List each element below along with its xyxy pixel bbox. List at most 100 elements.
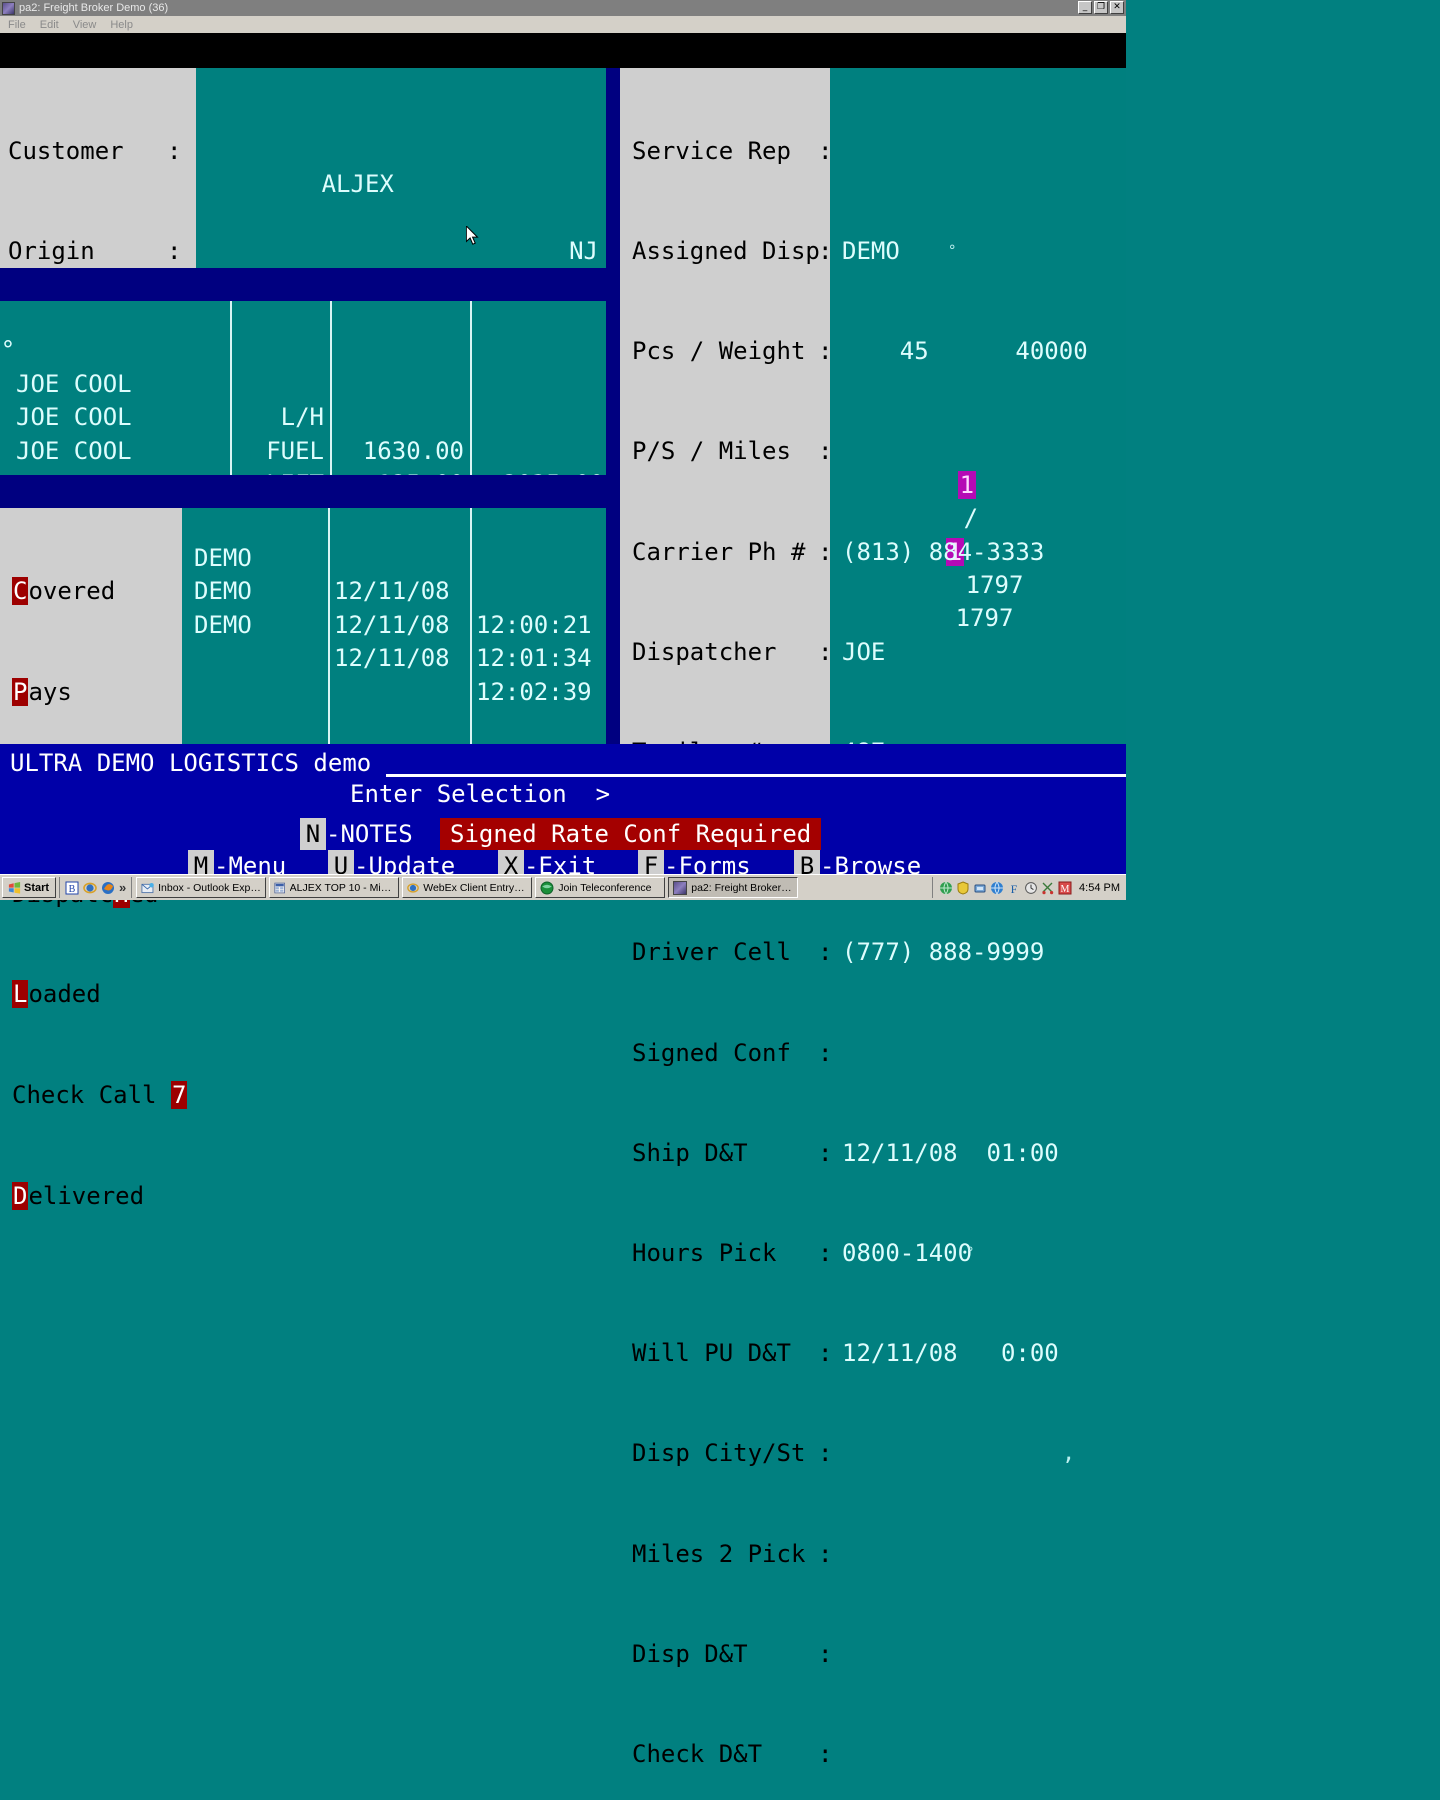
value-dispatcher: JOE [842, 637, 886, 666]
terminal-emulator-window: pa2: Freight Broker Demo (36) _ ❐ ✕ File… [0, 0, 1126, 1768]
selection-prompt[interactable]: Enter Selection > [350, 778, 610, 811]
field-hours-pick[interactable]: 0800-1400 ° [830, 1237, 1126, 1270]
label-ps-miles: P/S / Miles: [632, 435, 832, 468]
ps-separator: / [963, 504, 979, 533]
field-dispatcher[interactable]: JOE [830, 636, 1126, 669]
table-row[interactable]: ° JOE COOL L/H 1630.00 2035.00 [0, 301, 606, 498]
window-titlebar[interactable]: pa2: Freight Broker Demo (36) _ ❐ ✕ [0, 0, 1126, 16]
value-pcs-weight: 45 40000 [842, 337, 1088, 366]
messenger-icon[interactable]: M [1058, 881, 1072, 895]
minimize-button[interactable]: _ [1078, 1, 1092, 14]
field-ps-miles[interactable]: 1 / 1 1797 1797 [830, 435, 1126, 632]
menu-help[interactable]: Help [110, 19, 133, 31]
svg-text:F: F [1011, 882, 1018, 895]
detail-label-text: Pcs / Weight [632, 337, 806, 366]
cell-access: L/H [280, 403, 324, 432]
status-item-covered[interactable]: Covered [12, 575, 182, 609]
value-miles-2: 1797 [955, 604, 1014, 633]
taskbar-button-webex-client[interactable]: WebEx Client Entry - Wi... [402, 877, 533, 898]
start-button[interactable]: Start [2, 877, 56, 898]
globe-icon[interactable] [939, 881, 953, 895]
detail-label-text: Ship D&T [632, 1138, 748, 1167]
field-disp-dt[interactable] [830, 1638, 1126, 1671]
label-dispatcher: Dispatcher: [632, 636, 832, 669]
value-assigned-disp: DEMO [842, 237, 900, 266]
field-signed-conf[interactable] [830, 1037, 1126, 1070]
menu-view[interactable]: View [73, 19, 97, 31]
taskbar-button-freight-broker-demo[interactable]: pa2: Freight Broker Dem... [668, 877, 799, 898]
field-service-rep[interactable] [830, 135, 1126, 168]
status-list: Covered Pays Will PU DispatcHed Loaded C… [0, 508, 188, 1210]
status-hotkey: P [12, 677, 29, 706]
detail-label-text: P/S / Miles [632, 437, 791, 466]
table-row[interactable]: JOE COOL FUEL 125.00 345.95 [0, 334, 606, 531]
globe-blue-icon[interactable] [990, 881, 1004, 895]
history-time: 12:00:21 [476, 610, 592, 639]
taskbar-button-excel[interactable]: ALJEX TOP 10 - Microsof... [269, 877, 400, 898]
field-carrier-phone[interactable]: (813) 884-3333 [830, 536, 1126, 569]
field-check-dt[interactable] [830, 1738, 1126, 1771]
webex-icon [540, 881, 554, 894]
field-customer[interactable]: ALJEX [206, 135, 606, 198]
menu-edit[interactable]: Edit [40, 19, 59, 31]
field-will-pu-dt[interactable]: 12/11/08 0:00 [830, 1337, 1126, 1370]
history-user: DEMO [194, 610, 252, 639]
network-icon[interactable] [973, 881, 987, 895]
label-miles-2-pick: Miles 2 Pick: [632, 1538, 832, 1571]
value-pieces-highlight[interactable]: 1 [957, 470, 977, 499]
field-miles-2-pick[interactable] [830, 1538, 1126, 1571]
status-hotkey: C [12, 577, 29, 606]
detail-label-text: Hours Pick [632, 1239, 777, 1268]
taskbar-button-join-teleconference[interactable]: Join Teleconference [535, 877, 666, 898]
command-bar: ULTRA DEMO LOGISTICS demo Enter Selectio… [0, 744, 1126, 882]
show-desktop-icon[interactable]: B [65, 881, 79, 895]
field-assigned-disp[interactable]: DEMO ° [830, 235, 1126, 268]
font-icon[interactable]: F [1007, 881, 1021, 895]
detail-label-text: Miles 2 Pick [632, 1539, 806, 1568]
status-item-loaded[interactable]: Loaded [12, 978, 182, 1012]
menu-file[interactable]: File [8, 19, 26, 31]
field-origin[interactable]: MIDDLESEX NJ [206, 235, 606, 298]
terminal-screen: Aljex Software Pro # 336715 Y COVERED Co… [0, 33, 1126, 1768]
clock-tray-icon[interactable] [1024, 881, 1038, 895]
header-rule [386, 774, 1126, 777]
label-assigned-disp: Assigned Disp: [632, 235, 832, 268]
table-row[interactable]: JOE COOL LIFT 75.00 175.00 [0, 368, 606, 565]
carrier-table-header: Carrier Access Carr $ Cust $ [0, 268, 606, 430]
field-driver-cell[interactable]: (777) 888-9999 [830, 936, 1126, 969]
detail-values-column: DEMO ° 45 40000 1 / 1 1797 1797 (813) 884… [830, 68, 1126, 1466]
history-date: 12/11/08 [334, 610, 450, 639]
status-hotkey: L [12, 980, 29, 1009]
system-clock[interactable]: 4:54 PM [1079, 882, 1120, 894]
maximize-button[interactable]: ❐ [1094, 1, 1108, 14]
taskbar-button-label: pa2: Freight Broker Dem... [691, 881, 793, 894]
scissors-icon[interactable] [1041, 881, 1055, 895]
status-item-pays[interactable]: Pays [12, 676, 182, 710]
label-disp-city-st: Disp City/St: [632, 1437, 832, 1470]
more-chevron-icon[interactable]: » [119, 880, 126, 895]
notes-action[interactable]: N -NOTES [300, 818, 413, 850]
shield-icon[interactable] [956, 880, 970, 895]
field-pcs-weight[interactable]: 45 40000 [830, 335, 1126, 368]
terminal-header-line: Aljex Software Pro # 336715 Y COVERED Co… [0, 33, 1126, 170]
status-item-check-call[interactable]: Check Call 7 [12, 1079, 188, 1113]
status-hotkey: 7 [170, 1081, 188, 1110]
window-controls: _ ❐ ✕ [1078, 1, 1124, 14]
window-title: pa2: Freight Broker Demo (36) [19, 2, 169, 14]
panel-divider-bottom [606, 268, 620, 744]
detail-label-text: Disp D&T [632, 1639, 748, 1668]
close-button[interactable]: ✕ [1110, 1, 1124, 14]
field-disp-city-st[interactable]: , [830, 1437, 1126, 1470]
field-ship-dt[interactable]: 12/11/08 01:00 [830, 1137, 1126, 1170]
label-disp-dt: Disp D&T: [632, 1638, 832, 1671]
label-service-rep: Service Rep: [632, 135, 832, 168]
internet-explorer-icon[interactable] [83, 881, 97, 895]
firefox-icon[interactable] [101, 881, 115, 895]
carrier-table-body: ° JOE COOL L/H 1630.00 2035.00 JOE COOL … [0, 301, 606, 565]
label-check-dt: Check D&T: [632, 1738, 832, 1771]
terminal-icon [673, 880, 688, 895]
detail-labels-column: Service Rep: Assigned Disp: Pcs / Weight… [620, 68, 832, 1768]
status-item-delivered[interactable]: Delivered [12, 1180, 182, 1214]
taskbar-button-outlook-express[interactable]: Inbox - Outlook Express [136, 877, 267, 898]
value-driver-cell: (777) 888-9999 [842, 938, 1045, 967]
